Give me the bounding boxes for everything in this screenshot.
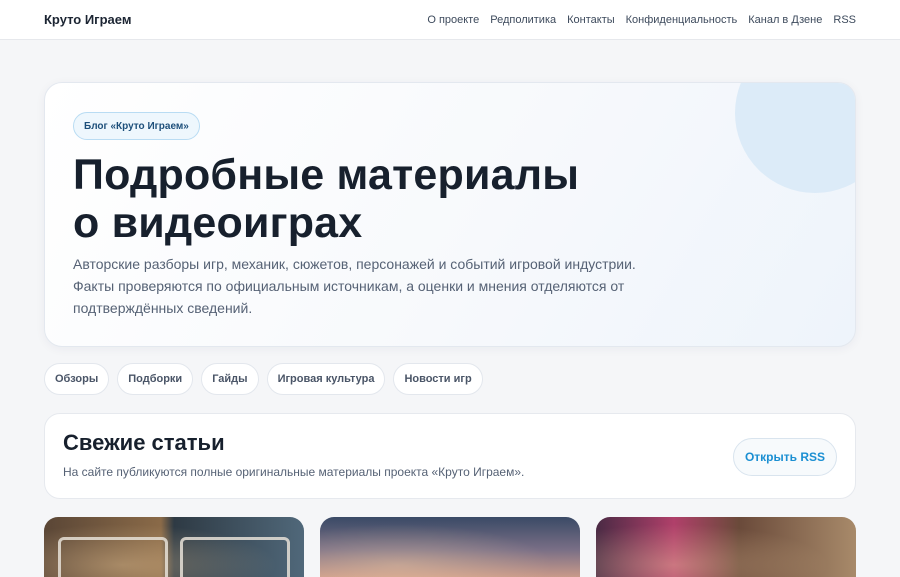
card-image-monitor — [58, 537, 168, 577]
fresh-articles-description: На сайте публикуются полные оригинальные… — [63, 465, 525, 479]
nav-contacts[interactable]: Контакты — [567, 14, 615, 26]
article-card-image[interactable] — [320, 517, 580, 577]
hero-title-line-2: о видеоиграх — [73, 199, 363, 247]
nav-privacy[interactable]: Конфиденциальность — [626, 14, 738, 26]
top-bar: Круто Играем О проекте Редполитика Конта… — [0, 0, 900, 40]
hero-title: Подробные материалы о видеоиграх — [73, 151, 579, 247]
nav-dzen-channel[interactable]: Канал в Дзене — [748, 14, 822, 26]
chip-gaming-culture[interactable]: Игровая культура — [266, 363, 386, 395]
card-image-monitor — [180, 537, 290, 577]
open-rss-button[interactable]: Открыть RSS — [732, 438, 837, 476]
chip-reviews[interactable]: Обзоры — [44, 363, 110, 395]
article-card-image[interactable] — [596, 517, 856, 577]
hero-title-line-1: Подробные материалы — [73, 151, 580, 199]
decorative-circle — [735, 83, 855, 193]
article-card-image[interactable] — [44, 517, 304, 577]
fresh-articles-section: Свежие статьи На сайте публикуются полны… — [44, 413, 856, 499]
nav-about[interactable]: О проекте — [427, 14, 479, 26]
site-logo[interactable]: Круто Играем — [44, 12, 131, 27]
blog-badge: Блог «Круто Играем» — [73, 112, 200, 140]
hero-description: Авторские разборы игр, механик, сюжетов,… — [73, 256, 636, 316]
category-chips: Обзоры Подборки Гайды Игровая культура Н… — [44, 363, 483, 395]
chip-game-news[interactable]: Новости игр — [393, 363, 483, 395]
nav-rss[interactable]: RSS — [833, 14, 856, 26]
chip-guides[interactable]: Гайды — [201, 363, 259, 395]
hero-section: Блог «Круто Играем» Подробные материалы … — [44, 82, 856, 347]
nav-editorial-policy[interactable]: Редполитика — [490, 14, 556, 26]
chip-collections[interactable]: Подборки — [117, 363, 194, 395]
card-image-shading — [320, 517, 580, 577]
fresh-articles-title: Свежие статьи — [63, 430, 225, 455]
main-nav: О проекте Редполитика Контакты Конфиденц… — [427, 14, 856, 26]
card-image-shading — [596, 517, 856, 577]
